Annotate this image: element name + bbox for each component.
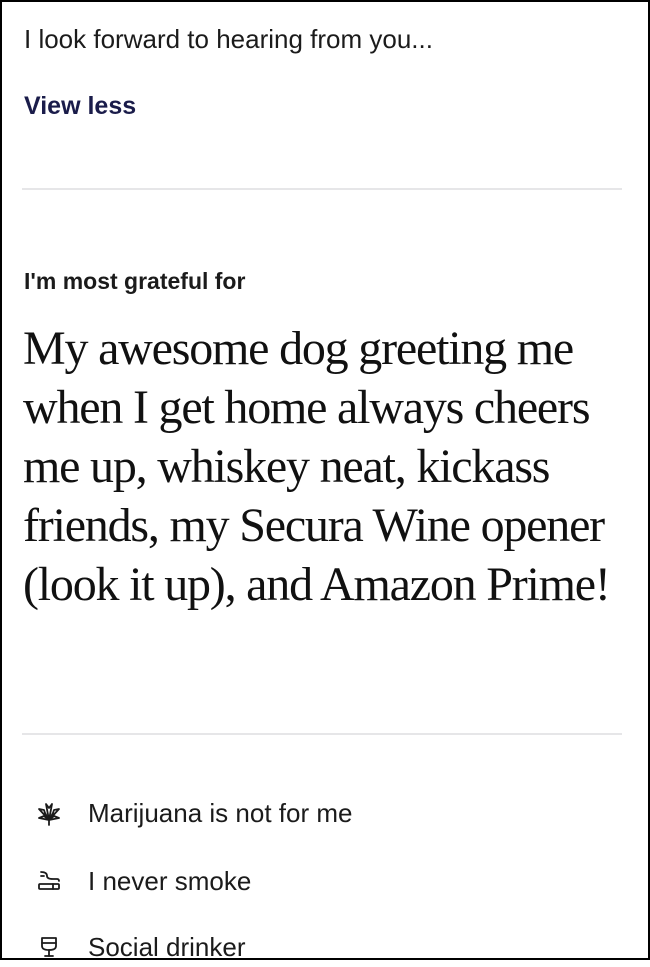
view-less-link[interactable]: View less (24, 88, 136, 124)
habit-row-smoking: I never smoke (34, 861, 251, 901)
section-divider (22, 733, 622, 735)
habit-label: I never smoke (88, 866, 252, 896)
prompt-heading: I'm most grateful for (24, 268, 246, 294)
habit-label: Marijuana is not for me (88, 798, 353, 828)
section-divider (22, 188, 622, 190)
smoking-icon (34, 866, 64, 896)
prompt-answer: My awesome dog greeting me when I get ho… (23, 322, 611, 611)
profile-detail-page: I look forward to hearing from you... Vi… (22, 2, 622, 962)
drink-glass-icon (34, 932, 64, 962)
habit-row-drinking: Social drinker (34, 927, 246, 967)
habit-label: Social drinker (88, 932, 246, 962)
about-text: I look forward to hearing from you... (24, 24, 433, 54)
habit-row-marijuana: Marijuana is not for me (34, 793, 352, 833)
marijuana-leaf-icon (34, 798, 64, 828)
